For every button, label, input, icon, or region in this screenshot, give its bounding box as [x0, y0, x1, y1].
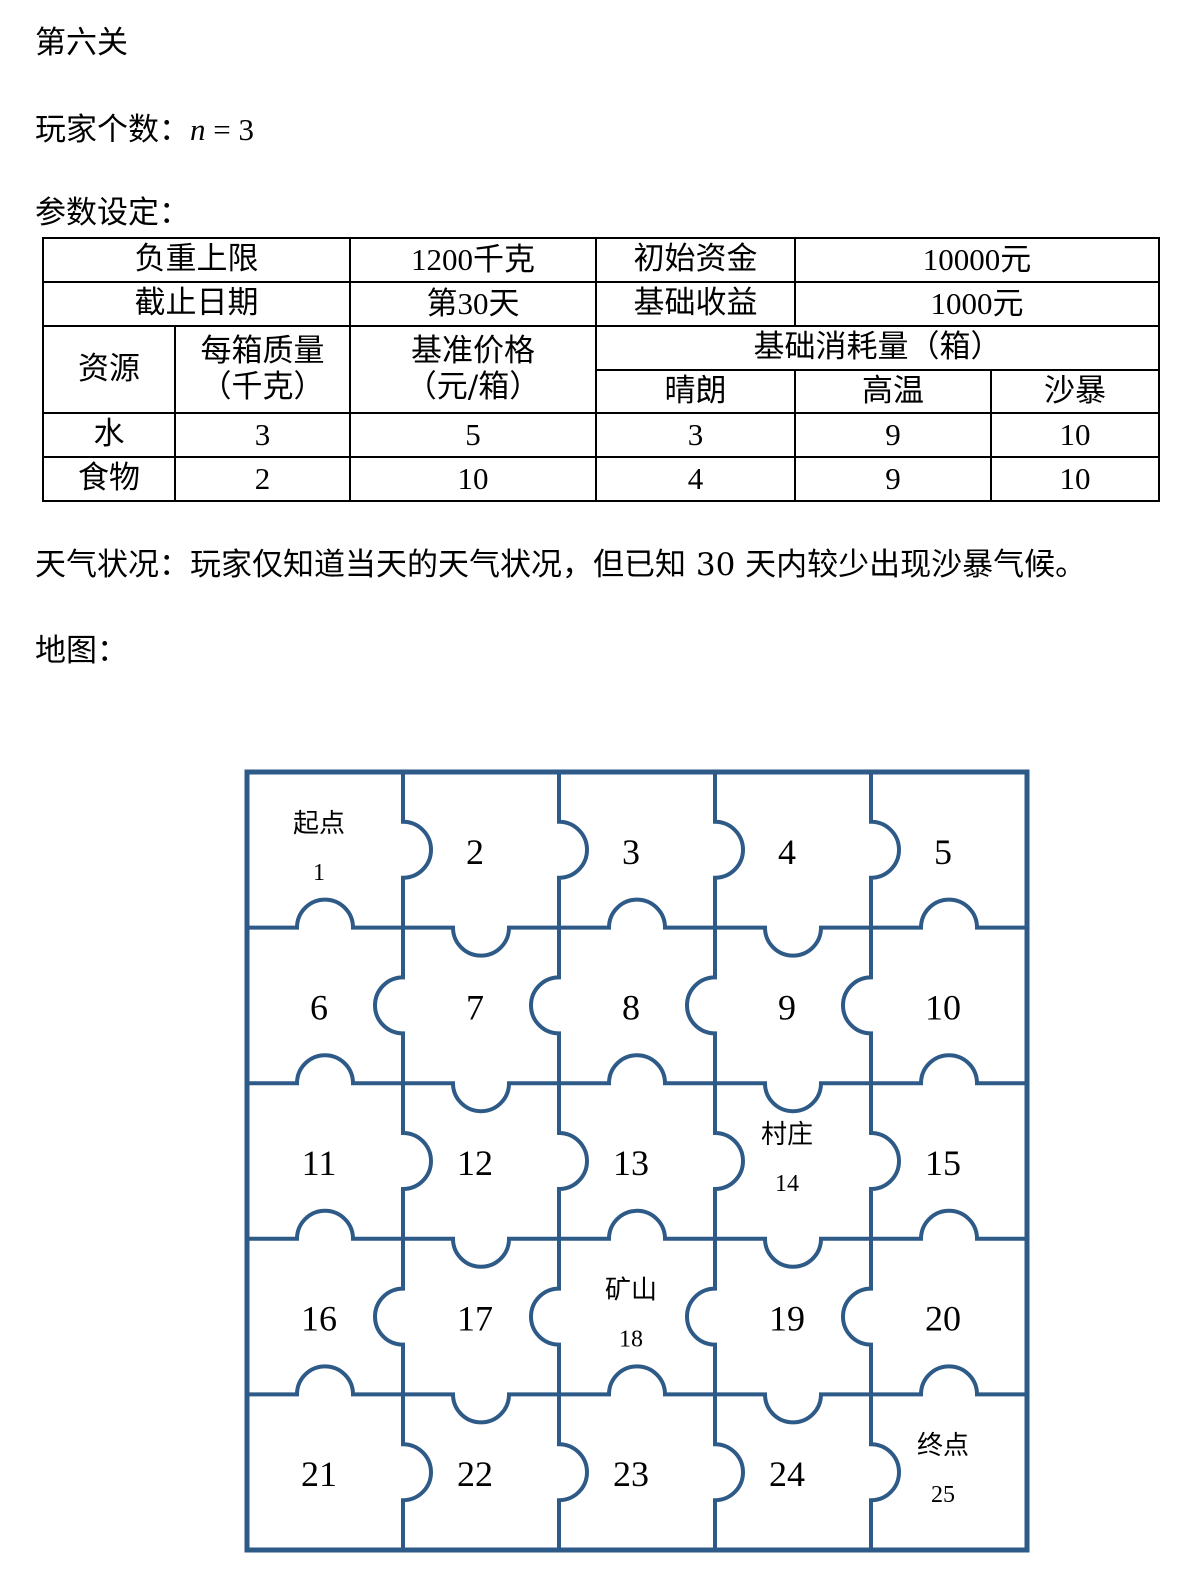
map-cell-tag: 起点: [293, 809, 345, 839]
map-cell-number: 6: [310, 987, 328, 1027]
puzzle-edge-horizontal: [559, 1053, 715, 1086]
map-cell-number: 21: [301, 1454, 337, 1494]
puzzle-edge-horizontal: [715, 1236, 871, 1269]
map-cell-number: 14: [775, 1171, 799, 1197]
map-cell-number: 2: [466, 832, 484, 872]
puzzle-edge-vertical: [713, 772, 745, 928]
puzzle-edge-vertical: [713, 1394, 745, 1550]
map-cell-number: 3: [622, 832, 640, 872]
puzzle-edge-vertical: [401, 1083, 433, 1239]
puzzle-edge-vertical: [557, 1394, 589, 1550]
puzzle-edge-vertical: [869, 1394, 901, 1550]
map-cell-tag: 村庄: [761, 1120, 813, 1150]
puzzle-edge-vertical: [529, 927, 561, 1084]
puzzle-edge-vertical: [557, 772, 589, 928]
map-cell-number: 20: [925, 1299, 961, 1339]
puzzle-edge-horizontal: [715, 1392, 871, 1425]
map-cell-number: 25: [931, 1482, 955, 1508]
puzzle-edge-horizontal: [559, 897, 715, 930]
puzzle-edge-vertical: [401, 1394, 433, 1550]
puzzle-edge-horizontal: [871, 897, 1027, 930]
puzzle-edge-horizontal: [559, 1208, 715, 1241]
map-cell-number: 24: [769, 1454, 805, 1494]
puzzle-edge-vertical: [713, 1083, 745, 1239]
map-cell-number: 1: [313, 860, 325, 886]
map-cell-number: 10: [925, 987, 961, 1027]
puzzle-edge-horizontal: [247, 1208, 403, 1241]
puzzle-edge-vertical: [401, 772, 433, 928]
puzzle-edge-vertical: [373, 1238, 405, 1395]
puzzle-edge-horizontal: [403, 1081, 559, 1114]
map-cell-number: 4: [778, 832, 796, 872]
map-cell-number: 23: [613, 1454, 649, 1494]
map-cell-number: 9: [778, 987, 796, 1027]
map-cell-number: 18: [619, 1327, 643, 1353]
map-cell-number: 8: [622, 987, 640, 1027]
puzzle-edge-vertical: [685, 927, 717, 1084]
map-cell-number: 5: [934, 832, 952, 872]
puzzle-edge-horizontal: [559, 1364, 715, 1397]
puzzle-edge-vertical: [841, 1238, 873, 1395]
puzzle-edge-vertical: [557, 1083, 589, 1239]
puzzle-edge-vertical: [869, 1083, 901, 1239]
puzzle-edge-horizontal: [403, 925, 559, 958]
puzzle-edge-vertical: [529, 1238, 561, 1395]
map-cell-tag: 矿山: [605, 1276, 657, 1306]
puzzle-edge-horizontal: [715, 1081, 871, 1114]
puzzle-edge-vertical: [373, 927, 405, 1084]
puzzle-edge-vertical: [869, 772, 901, 928]
map-cell-number: 19: [769, 1299, 805, 1339]
puzzle-edge-horizontal: [715, 925, 871, 958]
puzzle-map: 起点12 3 4 56 7 8 9 1011 12 13村庄141516 17矿山1819 2021 2…: [244, 769, 1030, 1553]
map-cell-number: 15: [925, 1143, 961, 1183]
map-cell-number: 12: [457, 1143, 493, 1183]
puzzle-edge-horizontal: [871, 1208, 1027, 1241]
map-cell-number: 17: [457, 1299, 493, 1339]
map-cell-number: 13: [613, 1143, 649, 1183]
puzzle-edge-vertical: [685, 1238, 717, 1395]
puzzle-edge-vertical: [841, 927, 873, 1084]
map-cell-tag: 终点: [917, 1431, 969, 1461]
puzzle-edge-horizontal: [871, 1053, 1027, 1086]
map-cell-number: 11: [302, 1143, 337, 1183]
puzzle-edge-horizontal: [871, 1364, 1027, 1397]
map-cell-number: 22: [457, 1454, 493, 1494]
puzzle-edge-horizontal: [403, 1236, 559, 1269]
puzzle-edge-horizontal: [247, 1364, 403, 1397]
puzzle-edge-horizontal: [247, 1053, 403, 1086]
puzzle-edge-horizontal: [403, 1392, 559, 1425]
map-cell-number: 7: [466, 987, 484, 1027]
puzzle-edge-horizontal: [247, 897, 403, 930]
map-cell-number: 16: [301, 1299, 337, 1339]
